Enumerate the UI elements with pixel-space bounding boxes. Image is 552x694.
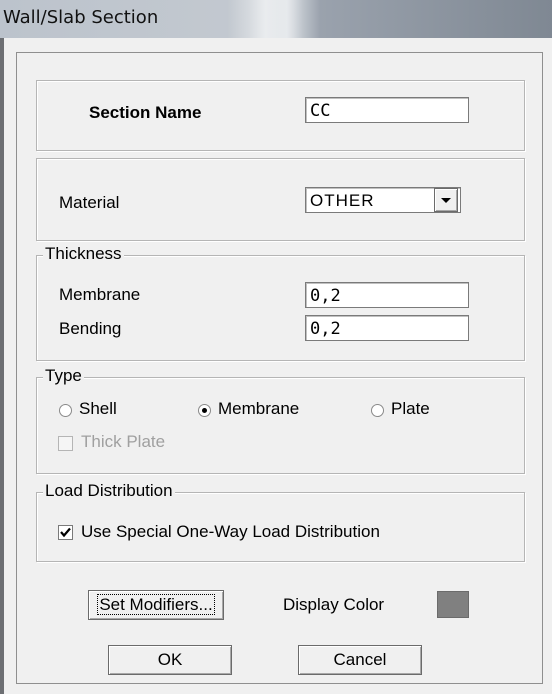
type-shell-label[interactable]: Shell (79, 399, 117, 419)
type-shell-radio[interactable] (59, 404, 72, 417)
bending-label: Bending (59, 319, 122, 338)
ok-label: OK (157, 650, 183, 669)
title-bar[interactable]: Wall/Slab Section (0, 0, 552, 38)
ok-button[interactable]: OK (108, 645, 232, 675)
load-distribution-legend: Load Distribution (43, 481, 175, 500)
dialog-body: Section Name CC Material OTHER Thickness… (4, 38, 552, 694)
window-title: Wall/Slab Section (3, 7, 159, 28)
bending-thickness-input[interactable]: 0,2 (305, 315, 469, 341)
type-plate-radio[interactable] (371, 404, 384, 417)
material-label: Material (59, 193, 120, 212)
type-plate-label[interactable]: Plate (391, 399, 430, 419)
set-modifiers-label: Set Modifiers... (97, 594, 215, 615)
chevron-down-icon (441, 198, 451, 203)
special-one-way-checkbox[interactable] (58, 525, 73, 540)
thickness-legend: Thickness (43, 244, 124, 263)
type-group (36, 377, 525, 474)
material-dropdown-button[interactable] (434, 188, 458, 212)
section-name-label: Section Name (89, 103, 202, 122)
special-one-way-label[interactable]: Use Special One-Way Load Distribution (81, 522, 380, 542)
display-color-swatch[interactable] (437, 591, 469, 618)
membrane-label: Membrane (59, 285, 141, 304)
membrane-thickness-input[interactable]: 0,2 (305, 282, 469, 308)
checkmark-icon (60, 527, 71, 538)
thickness-group (36, 255, 525, 361)
set-modifiers-button[interactable]: Set Modifiers... (88, 590, 224, 620)
type-membrane-radio[interactable] (198, 404, 211, 417)
cancel-button[interactable]: Cancel (298, 645, 422, 675)
material-selected-value: OTHER (310, 191, 375, 210)
section-name-input[interactable]: CC (305, 97, 469, 123)
title-bar-shine (228, 0, 303, 38)
dialog-frame: Section Name CC Material OTHER Thickness… (16, 52, 543, 684)
thick-plate-label: Thick Plate (81, 432, 166, 451)
type-membrane-label[interactable]: Membrane (218, 399, 299, 419)
type-legend: Type (43, 366, 84, 385)
display-color-label: Display Color (283, 595, 385, 614)
thick-plate-checkbox[interactable] (58, 436, 73, 451)
cancel-label: Cancel (333, 650, 387, 669)
